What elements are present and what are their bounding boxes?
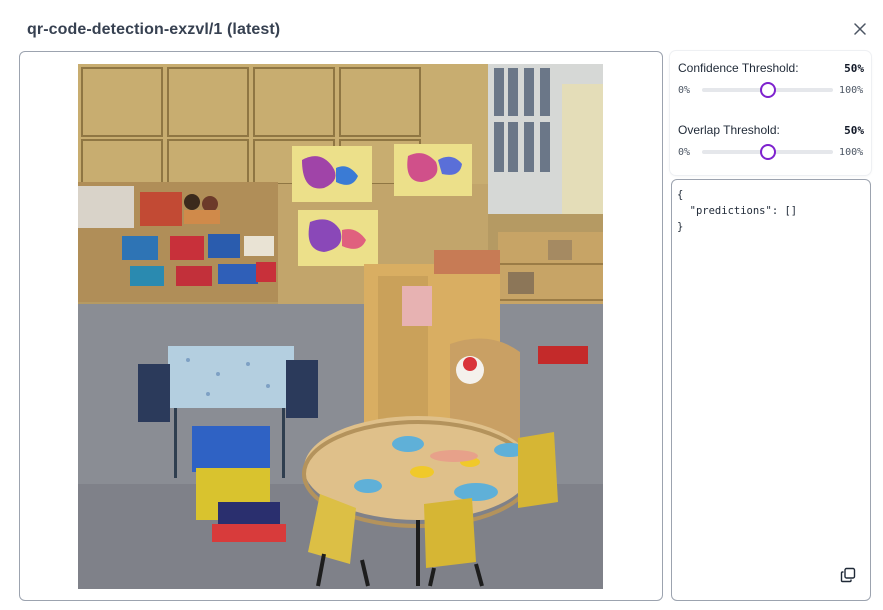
classroom-photo	[78, 64, 603, 589]
overlap-threshold-value: 50%	[844, 123, 864, 137]
confidence-threshold-value: 50%	[844, 61, 864, 75]
overlap-threshold-setting: Overlap Threshold: 50% 0% 100%	[678, 122, 864, 160]
confidence-slider-min-label: 0%	[678, 84, 691, 96]
close-icon	[854, 23, 866, 35]
overlap-slider-max-label: 100%	[839, 146, 864, 158]
image-preview-panel	[19, 51, 663, 601]
overlap-threshold-label: Overlap Threshold:	[678, 123, 780, 137]
confidence-threshold-label: Confidence Threshold:	[678, 61, 799, 75]
overlap-slider-thumb[interactable]	[759, 144, 776, 160]
copy-icon	[840, 567, 856, 583]
modal-title: qr-code-detection-exzvl/1 (latest)	[27, 21, 281, 38]
overlap-threshold-slider[interactable]	[702, 144, 834, 160]
close-button[interactable]	[851, 20, 869, 38]
threshold-settings-card: Confidence Threshold: 50% 0% 100% Overla…	[670, 51, 871, 175]
predictions-json-panel[interactable]: { "predictions": [] }	[671, 179, 871, 601]
overlap-slider-min-label: 0%	[678, 146, 691, 158]
confidence-threshold-setting: Confidence Threshold: 50% 0% 100%	[678, 60, 864, 98]
confidence-threshold-slider[interactable]	[702, 82, 834, 98]
copy-button[interactable]	[840, 567, 856, 583]
predictions-json-text: { "predictions": [] }	[677, 189, 798, 233]
confidence-slider-max-label: 100%	[839, 84, 864, 96]
confidence-slider-thumb[interactable]	[759, 82, 776, 98]
